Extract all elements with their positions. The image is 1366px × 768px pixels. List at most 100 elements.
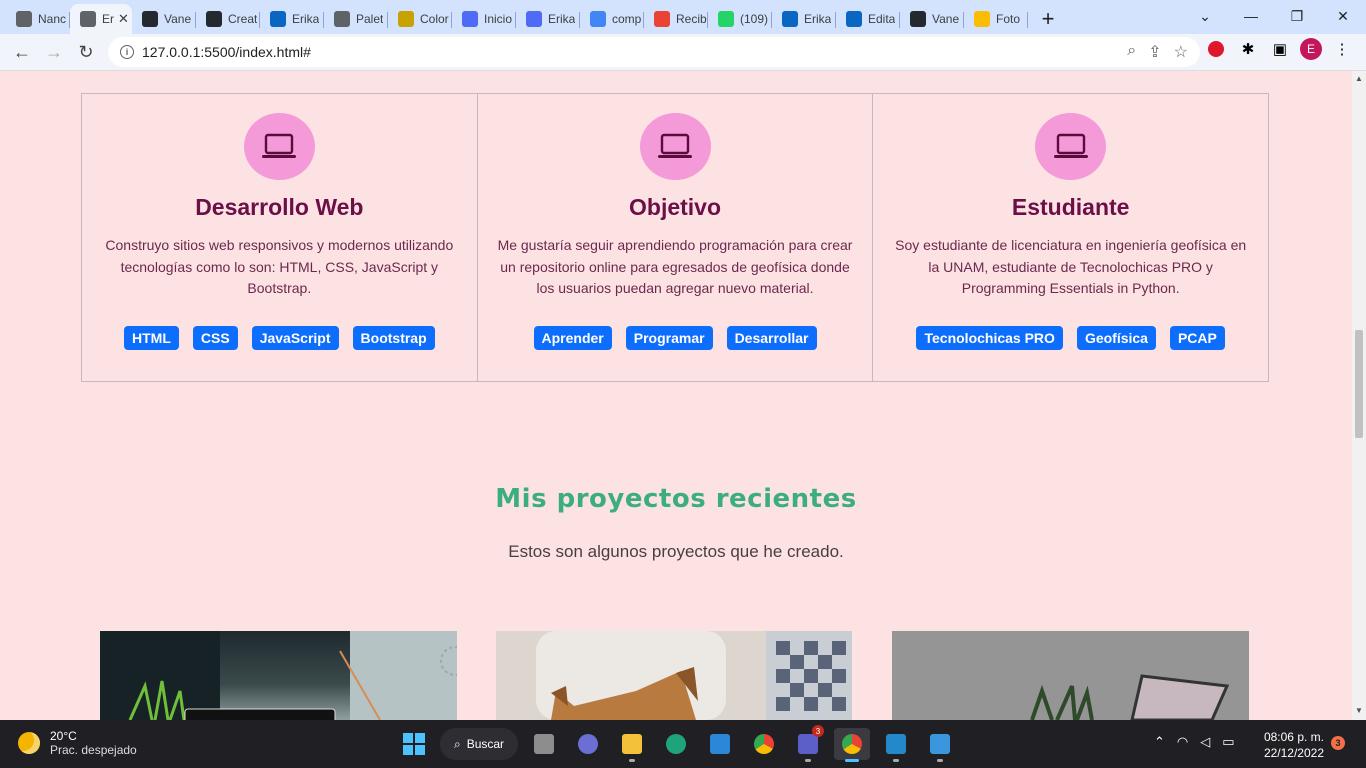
skill-badge: Geofísica [1076, 326, 1156, 350]
profile-avatar[interactable]: E [1300, 38, 1322, 60]
card-text: Me gustaría seguir aprendiendo programac… [497, 237, 853, 296]
browser-tab[interactable]: Color [388, 4, 452, 34]
page-scrollbar[interactable]: ▲ ▼ [1352, 71, 1366, 720]
link-icon [334, 11, 350, 27]
site-info-icon[interactable]: i [120, 45, 134, 59]
forward-arrow-icon[interactable]: → [38, 36, 70, 68]
zoom-icon[interactable]: ⌕ [1127, 42, 1136, 62]
browser-tab[interactable]: Creat [196, 4, 260, 34]
tab-title: Vane [932, 12, 960, 26]
tab-title: Erika [804, 12, 832, 26]
project-image-1[interactable] [100, 631, 457, 720]
browser-tab[interactable]: Recib [644, 4, 708, 34]
about-card: Estudiante Soy estudiante de licenciatura… [872, 93, 1270, 382]
tab-title: Palet [356, 12, 384, 26]
browser-tab[interactable]: Vane [132, 4, 196, 34]
weather-widget[interactable]: 20°C Prac. despejado [18, 729, 137, 757]
teams-chat-app[interactable] [570, 728, 606, 760]
browser-tab[interactable]: (109) [708, 4, 772, 34]
photos-app[interactable] [922, 728, 958, 762]
settings-icon [16, 11, 32, 27]
skill-badge: PCAP [1169, 326, 1225, 350]
notification-badge[interactable]: 3 [1331, 736, 1345, 750]
volume-icon[interactable]: ◁ [1200, 734, 1210, 750]
project-image-2[interactable] [496, 631, 852, 720]
browser-tab[interactable]: Erika [260, 4, 324, 34]
browser-tab[interactable]: Erika [772, 4, 836, 34]
tab-title: Er [102, 12, 114, 26]
browser-tab[interactable]: Edita [836, 4, 900, 34]
reload-icon[interactable]: ↻ [70, 36, 102, 68]
chrome-profile-app[interactable] [834, 728, 870, 762]
bookmark-star-icon[interactable]: ☆ [1174, 42, 1188, 62]
teams-app[interactable]: 3 [790, 725, 826, 762]
back-arrow-icon[interactable]: ← [6, 36, 38, 68]
browser-tab[interactable]: Palet [324, 4, 388, 34]
store-app[interactable] [702, 728, 738, 760]
tab-title: Erika [292, 12, 320, 26]
chrome-profile-icon [842, 734, 862, 754]
tray-chevron-icon[interactable]: ⌃ [1154, 734, 1165, 750]
browser-tab[interactable]: Erika [516, 4, 580, 34]
globe-icon [80, 11, 96, 27]
browser-tab[interactable]: Nanc [6, 4, 70, 34]
card-badges: Aprender Programar Desarrollar [478, 326, 873, 350]
teams-icon [798, 734, 818, 754]
chrome-app[interactable] [746, 728, 782, 760]
new-tab-button[interactable]: + [1028, 4, 1068, 34]
folder-icon [622, 734, 642, 754]
page-viewport: Desarrollo Web Construyo sitios web respo… [0, 71, 1352, 720]
browser-tab[interactable]: comp [580, 4, 644, 34]
canva-icon [526, 11, 542, 27]
task-view-button[interactable] [526, 728, 562, 760]
scroll-up-arrow-icon[interactable]: ▲ [1355, 74, 1363, 83]
edge-app[interactable] [658, 728, 694, 760]
weather-desc: Prac. despejado [50, 743, 137, 757]
project-image-3[interactable] [892, 631, 1249, 720]
weather-temp: 20°C [50, 729, 77, 743]
vscode-app[interactable] [878, 728, 914, 762]
browser-tab[interactable]: Er ✕ [70, 4, 132, 34]
side-panel-icon[interactable]: ▣ [1268, 37, 1292, 61]
weather-moon-icon [18, 732, 40, 754]
tab-strip: Nanc Er ✕ Vane Creat Erika Palet Color Inicio Eri… [0, 0, 1366, 34]
tab-title: comp [612, 12, 642, 26]
github-icon [142, 11, 158, 27]
restore-button[interactable]: ❐ [1274, 0, 1320, 32]
tab-title: Creat [228, 12, 258, 26]
opera-extension-icon[interactable] [1204, 37, 1228, 61]
card-title: Estudiante [1011, 194, 1130, 220]
system-tray: ⌃ ◠ ◁ ▭ [1154, 734, 1235, 750]
taskbar-search[interactable]: ⌕ Buscar [440, 728, 518, 760]
share-icon[interactable]: ⇪ [1148, 42, 1161, 62]
extensions-puzzle-icon[interactable]: ✱ [1236, 37, 1260, 61]
minimize-button[interactable]: — [1228, 0, 1274, 32]
file-explorer-app[interactable] [614, 728, 650, 762]
tab-title: Color [420, 12, 449, 26]
skill-badge: Bootstrap [352, 326, 435, 350]
tab-search-icon[interactable]: ⌄ [1182, 0, 1228, 32]
search-icon: ⌕ [453, 736, 461, 751]
menu-kebab-icon[interactable]: ⋮ [1330, 37, 1354, 61]
browser-tab[interactable]: Inicio [452, 4, 516, 34]
browser-tab[interactable]: Vane [900, 4, 964, 34]
url-text[interactable]: 127.0.0.1:5500/index.html# [142, 44, 311, 60]
tab-title: (109) [740, 12, 769, 26]
chrome-icon [754, 734, 774, 754]
wifi-icon[interactable]: ◠ [1177, 734, 1188, 750]
address-bar[interactable]: i 127.0.0.1:5500/index.html# ⌕ ⇪ ☆ [108, 37, 1200, 67]
close-tab-icon[interactable]: ✕ [118, 11, 129, 27]
chat-icon [578, 734, 598, 754]
start-button[interactable] [396, 728, 432, 760]
projects-section-subtitle: Estos son algunos proyectos que he cread… [508, 542, 844, 561]
browser-tab[interactable]: Foto [964, 4, 1028, 34]
linkedin-icon [270, 11, 286, 27]
skill-badge: Aprender [533, 326, 612, 350]
tab-title: Edita [868, 12, 896, 26]
close-window-button[interactable]: ✕ [1320, 0, 1366, 32]
clock[interactable]: 08:06 p. m. 22/12/2022 [1256, 729, 1324, 761]
scroll-down-arrow-icon[interactable]: ▼ [1355, 706, 1363, 715]
card-badges: Tecnolochicas PRO Geofísica PCAP [873, 326, 1268, 350]
battery-icon[interactable]: ▭ [1222, 734, 1234, 750]
scrollbar-thumb[interactable] [1355, 330, 1363, 438]
